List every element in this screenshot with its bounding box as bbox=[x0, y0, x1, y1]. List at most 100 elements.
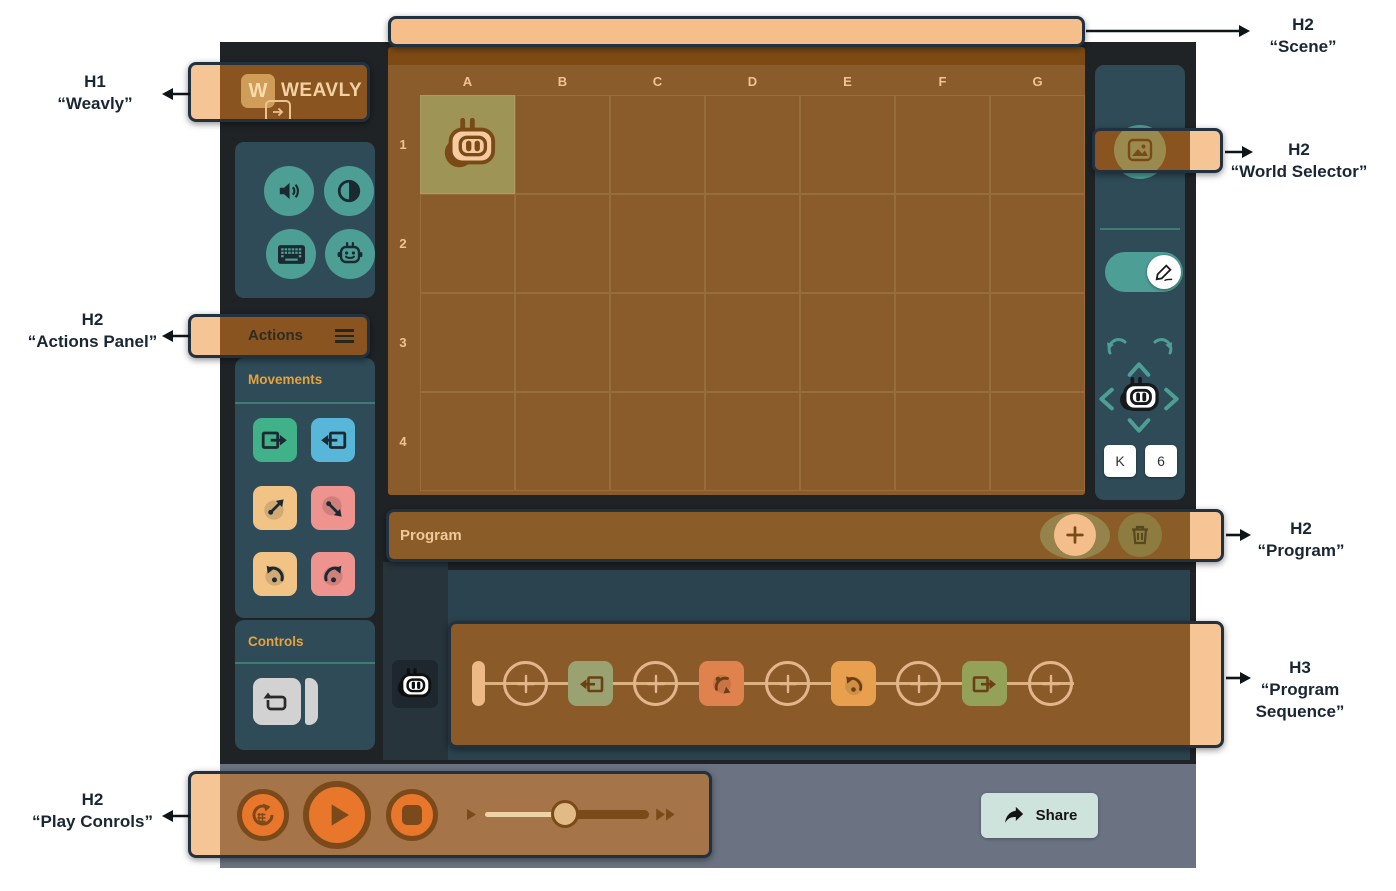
loop-control-button[interactable] bbox=[253, 678, 301, 725]
grid-cell bbox=[895, 95, 990, 194]
add-step-button[interactable] bbox=[1054, 514, 1096, 556]
annotation-tag: H2 bbox=[1243, 14, 1363, 36]
pen-toggle[interactable] bbox=[1105, 252, 1183, 292]
insert-step-button-1[interactable] bbox=[503, 661, 548, 706]
turn-right-45-button[interactable] bbox=[311, 486, 355, 530]
pencil-icon bbox=[1154, 262, 1174, 282]
grid-cell bbox=[515, 95, 610, 194]
annotation-tag: H1 bbox=[30, 71, 160, 93]
move-right-chevron-button[interactable] bbox=[1161, 385, 1183, 413]
program-character-tile[interactable] bbox=[392, 660, 438, 708]
insert-step-button-5[interactable] bbox=[1028, 661, 1073, 706]
character-row-input[interactable]: 6 bbox=[1145, 445, 1177, 477]
share-button[interactable]: Share bbox=[981, 793, 1098, 838]
keyboard-shortcuts-button[interactable] bbox=[266, 229, 316, 279]
plus-icon bbox=[1039, 672, 1063, 696]
speaker-icon bbox=[276, 178, 302, 204]
share-label: Share bbox=[1036, 807, 1078, 824]
sequence-step-move-forward[interactable] bbox=[962, 661, 1007, 706]
move-forward-icon bbox=[971, 670, 999, 698]
insert-step-button-4[interactable] bbox=[896, 661, 941, 706]
arrow-to-weavly bbox=[162, 88, 190, 100]
loop-end-bracket[interactable] bbox=[305, 678, 318, 725]
pen-toggle-knob[interactable] bbox=[1147, 255, 1181, 289]
annotation-label-scene: H2 “Scene” bbox=[1243, 14, 1363, 58]
grid-cell bbox=[705, 293, 800, 392]
turn-right-90-icon bbox=[318, 559, 348, 589]
grid-cell-a1-character[interactable] bbox=[420, 95, 515, 194]
annotation-tag: H3 bbox=[1240, 657, 1360, 679]
character-settings-button[interactable] bbox=[325, 229, 375, 279]
plus-icon bbox=[776, 672, 800, 696]
character-column-input[interactable]: K bbox=[1104, 445, 1136, 477]
right-panel-divider bbox=[1100, 228, 1180, 230]
sequence-step-turn-right[interactable] bbox=[699, 661, 744, 706]
annotation-text: “Weavly” bbox=[30, 93, 160, 115]
turn-counterclockwise-button[interactable] bbox=[1103, 333, 1131, 359]
contrast-button[interactable] bbox=[324, 166, 374, 216]
move-backward-icon bbox=[577, 670, 605, 698]
grid-cell bbox=[705, 95, 800, 194]
turn-right-90-icon bbox=[708, 670, 736, 698]
arrow-to-play-controls bbox=[162, 810, 190, 822]
grid-cell bbox=[990, 194, 1085, 293]
play-button[interactable] bbox=[303, 781, 371, 849]
annotation-text: “Play Conrols” bbox=[20, 811, 165, 833]
move-backward-button[interactable] bbox=[311, 418, 355, 462]
insert-step-button-3[interactable] bbox=[765, 661, 810, 706]
annotation-text: “World Selector” bbox=[1226, 161, 1372, 183]
annotation-text: “Program” bbox=[1242, 540, 1360, 562]
row-header-2: 2 bbox=[392, 236, 414, 251]
grid-cell bbox=[610, 392, 705, 491]
sound-button[interactable] bbox=[264, 166, 314, 216]
actions-panel-highlight: Actions bbox=[188, 314, 370, 358]
grid-cell bbox=[990, 95, 1085, 194]
grid-cell bbox=[895, 392, 990, 491]
reset-button[interactable] bbox=[237, 789, 289, 841]
contrast-icon bbox=[336, 178, 362, 204]
move-forward-button[interactable] bbox=[253, 418, 297, 462]
move-backward-icon bbox=[318, 425, 348, 455]
reset-world-icon bbox=[248, 800, 278, 830]
accessibility-panel bbox=[235, 142, 375, 298]
character-facing-icon bbox=[1119, 377, 1161, 415]
stop-button[interactable] bbox=[386, 789, 438, 841]
move-down-chevron-button[interactable] bbox=[1125, 415, 1153, 437]
world-selector-circle[interactable] bbox=[1114, 128, 1166, 173]
grid-cell bbox=[420, 392, 515, 491]
annotation-label-program: H2 “Program” bbox=[1242, 518, 1360, 562]
loop-icon bbox=[262, 689, 292, 715]
robot-head-icon bbox=[397, 668, 433, 701]
arrow-to-actions-panel bbox=[162, 330, 190, 342]
turn-left-90-button[interactable] bbox=[253, 552, 297, 596]
actions-menu-button[interactable] bbox=[335, 329, 354, 343]
turn-right-90-button[interactable] bbox=[311, 552, 355, 596]
move-left-chevron-button[interactable] bbox=[1095, 385, 1117, 413]
turn-clockwise-button[interactable] bbox=[1149, 333, 1177, 359]
column-header-d: D bbox=[705, 74, 800, 89]
grid-cell bbox=[610, 194, 705, 293]
logo-arrow-chip bbox=[265, 100, 291, 122]
annotated-screenshot-page: { "annotations": { "weavly": {"tag": "H1… bbox=[0, 0, 1396, 891]
grid-cell bbox=[610, 293, 705, 392]
sequence-step-turn-left[interactable] bbox=[831, 661, 876, 706]
speed-slider-thumb[interactable] bbox=[551, 800, 579, 828]
turn-left-45-button[interactable] bbox=[253, 486, 297, 530]
insert-step-button-2[interactable] bbox=[633, 661, 678, 706]
grid-cell bbox=[990, 293, 1085, 392]
plus-icon bbox=[1064, 524, 1086, 546]
grid-cell bbox=[705, 194, 800, 293]
movements-panel: Movements bbox=[235, 358, 375, 618]
stop-icon bbox=[402, 805, 422, 825]
annotation-text: “Scene” bbox=[1243, 36, 1363, 58]
world-selector-highlight bbox=[1092, 128, 1223, 173]
move-forward-icon bbox=[260, 425, 290, 455]
scene-grid bbox=[420, 95, 1085, 491]
grid-cell bbox=[420, 293, 515, 392]
turn-left-45-icon bbox=[260, 493, 290, 523]
annotation-label-program-sequence: H3 “Program Sequence” bbox=[1240, 657, 1360, 723]
delete-program-button[interactable] bbox=[1118, 513, 1162, 557]
sequence-step-move-backward[interactable] bbox=[568, 661, 613, 706]
plus-icon bbox=[907, 672, 931, 696]
grid-cell bbox=[800, 392, 895, 491]
